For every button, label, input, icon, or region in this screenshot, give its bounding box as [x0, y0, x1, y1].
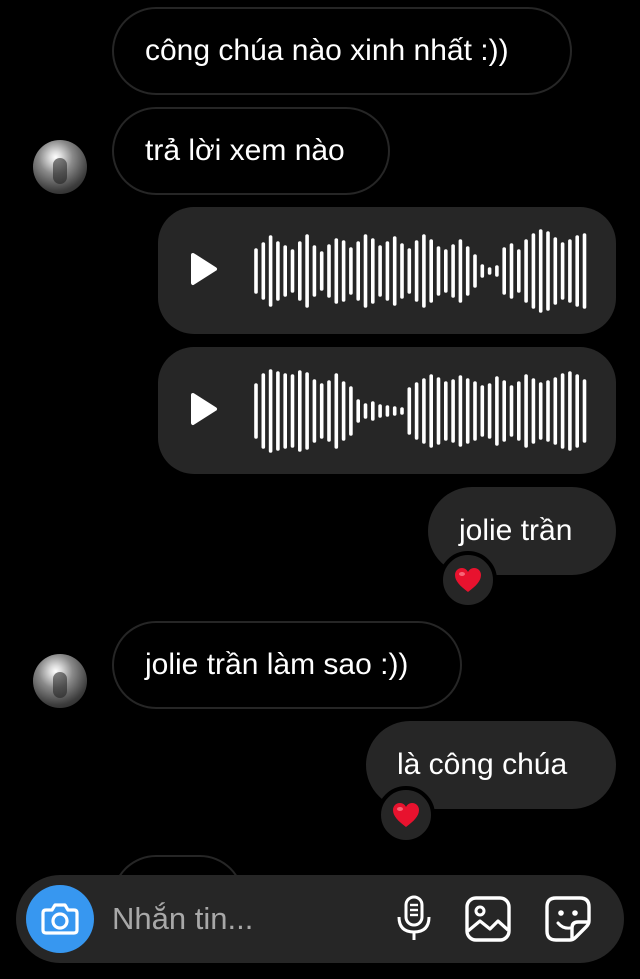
incoming-message[interactable]: jolie trần làm sao :))	[112, 621, 462, 709]
message-text: jolie trần làm sao :))	[145, 648, 409, 681]
gallery-icon	[465, 896, 511, 942]
heart-icon	[455, 568, 481, 592]
gallery-button[interactable]	[462, 893, 514, 945]
message-text: jolie trần	[459, 514, 573, 547]
incoming-message[interactable]: trả lời xem nào	[112, 107, 390, 195]
message-input[interactable]: Nhắn tin...	[112, 875, 253, 963]
sender-avatar[interactable]	[33, 654, 87, 708]
play-icon[interactable]	[188, 391, 220, 427]
play-icon[interactable]	[188, 251, 220, 287]
message-text: là công chúa	[397, 748, 568, 781]
voice-message[interactable]	[158, 207, 616, 334]
voice-record-button[interactable]	[388, 893, 440, 945]
heart-icon	[393, 803, 419, 827]
camera-icon	[41, 903, 79, 935]
waveform	[254, 369, 587, 453]
sticker-button[interactable]	[542, 893, 594, 945]
reaction-badge[interactable]	[377, 786, 435, 844]
microphone-icon	[397, 895, 431, 940]
sender-avatar[interactable]	[33, 140, 87, 194]
message-composer: Nhắn tin...	[16, 875, 624, 963]
message-text: công chúa nào xinh nhất :))	[145, 34, 509, 67]
message-text: trả lời xem nào	[145, 134, 345, 167]
incoming-message[interactable]: công chúa nào xinh nhất :))	[112, 7, 572, 95]
camera-button[interactable]	[26, 885, 94, 953]
reaction-badge[interactable]	[439, 551, 497, 609]
voice-message[interactable]	[158, 347, 616, 474]
sticker-icon	[545, 896, 591, 942]
waveform	[254, 229, 587, 313]
